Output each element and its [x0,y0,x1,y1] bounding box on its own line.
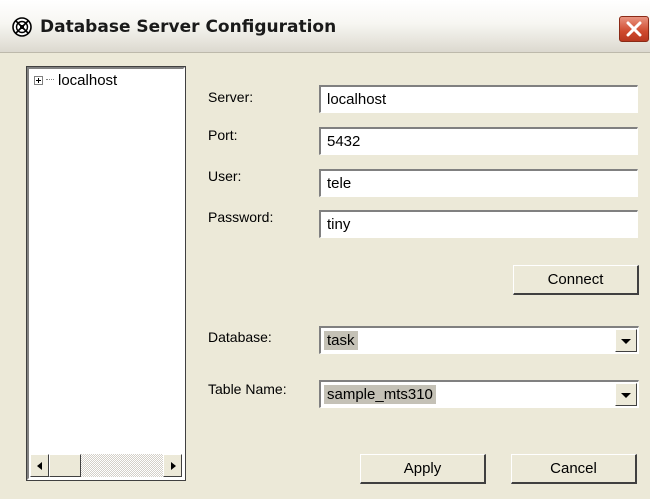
arrow-right-icon [171,462,176,470]
close-icon [626,21,642,37]
table-name-label: Table Name: [208,381,287,397]
table-name-select[interactable]: sample_mts310 [319,380,639,408]
user-label: User: [208,168,242,184]
chevron-down-icon[interactable] [615,329,637,352]
scroll-right-button[interactable] [163,454,182,477]
password-field[interactable]: tiny [319,210,638,238]
server-label: Server: [208,89,254,105]
database-selected-value: task [324,331,358,350]
database-label: Database: [208,329,272,345]
password-label: Password: [208,209,274,225]
arrow-left-icon [37,462,42,470]
tree-node-localhost[interactable]: localhost [34,71,117,89]
apply-button[interactable]: Apply [360,454,486,484]
user-field[interactable]: tele [319,169,638,197]
database-select[interactable]: task [319,326,639,354]
port-label: Port: [208,127,238,143]
scroll-thumb[interactable] [49,454,81,477]
scroll-left-button[interactable] [30,454,49,477]
tree-connector [46,79,54,81]
title-bar[interactable]: Database Server Configuration [0,0,650,53]
table-name-selected-value: sample_mts310 [324,385,436,404]
connect-button[interactable]: Connect [513,265,639,295]
chevron-down-icon[interactable] [615,383,637,406]
cancel-button[interactable]: Cancel [511,454,637,484]
horizontal-scrollbar[interactable] [30,454,182,477]
close-button[interactable] [619,16,649,42]
port-field[interactable]: 5432 [319,127,638,155]
window-title: Database Server Configuration [40,17,337,37]
server-tree[interactable]: localhost [26,66,186,481]
database-app-icon [12,17,32,37]
dialog-window: Database Server Configuration localhost … [0,0,650,499]
plus-expander-icon[interactable] [34,75,43,85]
server-field[interactable]: localhost [319,85,638,113]
tree-node-label: localhost [58,71,118,89]
